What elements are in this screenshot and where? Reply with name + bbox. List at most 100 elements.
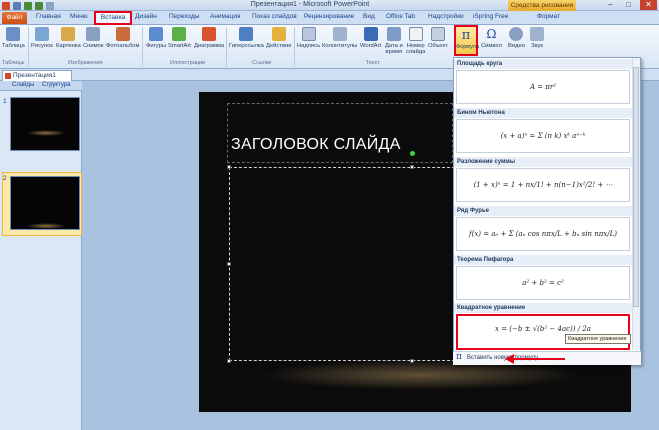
symbol-button[interactable]: Ω Символ — [481, 27, 502, 49]
gallery-formula-item[interactable]: a² + b² = c² — [456, 266, 630, 300]
gallery-formula-item[interactable]: f(x) = a₀ + Σ (aₙ cos nπx/L + bₙ sin nπx… — [456, 217, 630, 251]
tab-office-tab[interactable]: Office Tab — [386, 13, 415, 20]
group-links-label: Ссылки — [252, 60, 272, 66]
textbox-icon — [301, 27, 316, 41]
rotation-handle[interactable] — [410, 151, 415, 156]
document-tab[interactable]: Презентация1 — [2, 70, 72, 81]
photoalbum-button[interactable]: Фотоальбом — [106, 27, 139, 49]
gallery-category: Теорема Пифагора — [454, 255, 632, 265]
resize-handle[interactable] — [227, 359, 231, 363]
action-icon — [271, 27, 286, 41]
gallery-category: Квадратное уравнение — [454, 303, 632, 313]
gallery-scroll-thumb[interactable] — [633, 67, 639, 307]
screenshot-button[interactable]: Снимок — [83, 27, 103, 49]
clipart-button[interactable]: Картинка — [56, 27, 81, 49]
pi-icon: π — [461, 28, 471, 43]
smartart-icon — [172, 27, 187, 41]
tab-slides[interactable]: Слайды — [12, 82, 34, 88]
gallery-formula-item[interactable]: A = πr² — [456, 70, 630, 104]
slide-thumbnail[interactable] — [10, 176, 80, 230]
shapes-button[interactable]: Фигуры — [146, 27, 166, 49]
tab-review[interactable]: Рецензирование — [304, 13, 354, 20]
picture-button[interactable]: Рисунок — [31, 27, 53, 49]
object-button[interactable]: Объект — [428, 27, 448, 49]
header-footer-icon — [332, 27, 347, 41]
tooltip: Квадратное уравнение — [565, 334, 631, 344]
panel-tabs: Слайды Структура — [0, 81, 82, 91]
content-placeholder[interactable] — [229, 167, 455, 361]
wordart-button[interactable]: WordArt — [360, 27, 381, 49]
tab-addins[interactable]: Надстройки — [428, 13, 464, 20]
wordart-icon — [363, 27, 378, 41]
textbox-button[interactable]: Надпись — [297, 27, 320, 49]
screenshot-icon — [86, 27, 101, 41]
tab-view[interactable]: Вид — [363, 13, 375, 20]
slide-number-icon — [408, 27, 423, 41]
tab-outline[interactable]: Структура — [42, 82, 70, 88]
audio-button[interactable]: Звук — [530, 27, 544, 49]
omega-icon: Ω — [486, 27, 497, 41]
resize-handle[interactable] — [227, 262, 231, 266]
gallery-formula-item[interactable]: (x + a)ⁿ = Σ (n k) xᵏ aⁿ⁻ᵏ — [456, 119, 630, 153]
calendar-icon — [386, 27, 401, 41]
tab-insert[interactable]: Вставка — [94, 11, 132, 25]
chart-icon — [202, 27, 217, 41]
video-button[interactable]: Видео — [508, 27, 525, 49]
title-placeholder[interactable] — [227, 103, 453, 163]
powerpoint-logo-icon — [2, 2, 10, 10]
redo-icon[interactable] — [35, 2, 43, 10]
tab-ispring[interactable]: iSpring Free — [473, 13, 508, 20]
tab-animation[interactable]: Анимация — [210, 13, 241, 20]
minimize-button[interactable]: – — [602, 0, 619, 10]
film-reel-icon — [509, 27, 524, 41]
hyperlink-icon — [239, 27, 254, 41]
tab-design[interactable]: Дизайн — [135, 13, 157, 20]
close-button[interactable]: ✕ — [640, 0, 657, 10]
save-icon[interactable] — [13, 2, 21, 10]
pi-icon: π — [456, 352, 462, 362]
datetime-button[interactable]: Дата и время — [385, 27, 403, 55]
tab-file[interactable]: Файл — [2, 12, 27, 24]
header-footer-button[interactable]: Колонтитулы — [322, 27, 357, 49]
drawing-tools-context-tab: Средства рисования — [508, 0, 576, 11]
maximize-button[interactable]: □ — [620, 0, 637, 10]
slide-number: 2 — [3, 175, 7, 182]
window-title: Презентация1 - Microsoft PowerPoint — [250, 1, 370, 8]
picture-icon — [34, 27, 49, 41]
tab-slideshow[interactable]: Показ слайдов — [252, 13, 297, 20]
tab-format[interactable]: Формат — [537, 13, 560, 20]
formula-preview: (x + a)ⁿ = Σ (n k) xᵏ aⁿ⁻ᵏ — [500, 132, 586, 140]
thumbnail-glow — [26, 130, 66, 136]
slide-thumbnail[interactable] — [10, 97, 80, 151]
group-illustrations-label: Иллюстрации — [170, 60, 206, 66]
table-icon — [6, 27, 21, 41]
gallery-formula-item[interactable]: (1 + x)ⁿ = 1 + nx/1! + n(n−1)x²/2! + ⋯ — [456, 168, 630, 202]
shapes-icon — [148, 27, 163, 41]
slide-number-button[interactable]: Номер слайда — [406, 27, 425, 55]
tab-transitions[interactable]: Переходы — [169, 13, 200, 20]
formula-preview: (1 + x)ⁿ = 1 + nx/1! + n(n−1)x²/2! + ⋯ — [473, 181, 613, 189]
resize-handle[interactable] — [227, 165, 231, 169]
tab-menu[interactable]: Меню — [70, 13, 88, 20]
action-button[interactable]: Действие — [266, 27, 291, 49]
table-button[interactable]: Таблица — [2, 27, 25, 49]
gallery-formula-item[interactable]: x = (−b ± √(b² − 4ac)) / 2a — [456, 314, 630, 350]
hyperlink-button[interactable]: Гиперссылка — [229, 27, 264, 49]
resize-handle[interactable] — [410, 359, 414, 363]
slide-number: 1 — [3, 98, 7, 105]
tab-home[interactable]: Главная — [36, 13, 61, 20]
clipart-icon — [61, 27, 76, 41]
powerpoint-file-icon — [5, 73, 11, 79]
gallery-category: Площадь круга — [454, 59, 632, 69]
formula-button[interactable]: π Формула — [454, 25, 479, 56]
formula-preview: a² + b² = c² — [522, 279, 564, 287]
slide-title[interactable]: ЗАГОЛОВОК СЛАЙДА — [231, 136, 401, 154]
speaker-icon — [530, 27, 544, 41]
customize-qat-icon[interactable] — [46, 2, 54, 10]
smartart-button[interactable]: SmartArt — [168, 27, 191, 49]
formula-preview: f(x) = a₀ + Σ (aₙ cos nπx/L + bₙ sin nπx… — [469, 230, 617, 238]
undo-icon[interactable] — [24, 2, 32, 10]
resize-handle[interactable] — [410, 165, 414, 169]
group-images-label: Изображения — [68, 60, 103, 66]
chart-button[interactable]: Диаграмма — [194, 27, 224, 49]
